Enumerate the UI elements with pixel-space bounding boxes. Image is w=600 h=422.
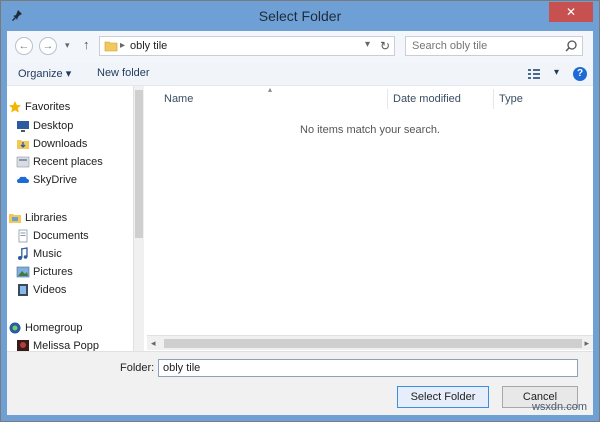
- help-icon[interactable]: ?: [573, 67, 587, 81]
- address-dropdown-icon[interactable]: ▾: [365, 39, 370, 50]
- recent-places-icon: [16, 156, 30, 168]
- nav-item-skydrive[interactable]: SkyDrive: [17, 172, 77, 188]
- dialog-client: ← → ▾ ↑ ▸ obly tile ▾ ↻ Search obly tile…: [7, 31, 593, 415]
- documents-icon: [18, 229, 28, 243]
- cloud-icon: [17, 176, 29, 183]
- column-divider[interactable]: [387, 89, 388, 109]
- view-options-icon[interactable]: [527, 67, 541, 81]
- organize-menu[interactable]: Organize ▾: [18, 67, 71, 80]
- nav-group-favorites[interactable]: Favorites: [9, 99, 70, 115]
- address-bar[interactable]: ▸ obly tile ▾ ↻: [99, 36, 395, 56]
- navigation-scrollbar[interactable]: [133, 86, 144, 352]
- refresh-icon[interactable]: ↻: [380, 39, 390, 53]
- videos-icon: [18, 284, 28, 296]
- libraries-icon: [9, 214, 21, 223]
- column-header-date-modified[interactable]: Date modified: [393, 91, 461, 107]
- nav-item-recent-places[interactable]: Recent places: [16, 154, 103, 170]
- new-folder-button[interactable]: New folder: [97, 67, 150, 79]
- desktop-icon: [17, 121, 29, 132]
- back-button[interactable]: ←: [15, 37, 33, 55]
- nav-item-music[interactable]: Music: [18, 246, 62, 262]
- pictures-icon: [16, 266, 30, 278]
- command-toolbar: Organize ▾ New folder ▾ ?: [7, 63, 593, 86]
- navigation-pane: Favorites Desktop Downloads Recent place…: [7, 86, 143, 352]
- up-button[interactable]: ↑: [83, 37, 90, 52]
- search-icon[interactable]: [564, 39, 578, 53]
- navigation-scrollbar-thumb[interactable]: [135, 90, 143, 238]
- nav-group-libraries[interactable]: Libraries: [9, 210, 67, 226]
- nav-group-homegroup[interactable]: Homegroup: [9, 320, 82, 336]
- back-arrow-icon: ←: [18, 40, 30, 52]
- nav-item-pictures[interactable]: Pictures: [16, 264, 73, 280]
- folder-icon: [104, 41, 118, 52]
- downloads-icon: [17, 140, 29, 149]
- watermark: wsxdn.com: [531, 401, 587, 413]
- homegroup-icon: [9, 322, 21, 334]
- navigation-bar: ← → ▾ ↑ ▸ obly tile ▾ ↻: [7, 31, 593, 64]
- horizontal-scrollbar-thumb[interactable]: [164, 339, 582, 348]
- dialog-footer: Folder: Select Folder Cancel wsxdn.com: [7, 351, 593, 415]
- window-title: Select Folder: [258, 8, 342, 24]
- empty-list-message: No items match your search.: [300, 124, 440, 136]
- forward-arrow-icon: →: [42, 40, 54, 52]
- column-header-name[interactable]: Name: [164, 91, 193, 107]
- forward-button[interactable]: →: [39, 37, 57, 55]
- nav-item-documents[interactable]: Documents: [18, 228, 89, 244]
- select-folder-button[interactable]: Select Folder: [397, 386, 489, 408]
- column-header-type[interactable]: Type: [499, 91, 523, 107]
- column-divider[interactable]: [493, 89, 494, 109]
- nav-item-downloads[interactable]: Downloads: [17, 136, 87, 152]
- scroll-left-icon[interactable]: ◂: [151, 338, 156, 349]
- breadcrumb-path[interactable]: obly tile: [130, 40, 167, 52]
- search-input[interactable]: [410, 39, 564, 53]
- sort-indicator-icon: ▴: [268, 85, 273, 94]
- folder-label: Folder:: [120, 362, 155, 374]
- horizontal-scrollbar[interactable]: ◂ ▸: [147, 335, 593, 350]
- music-icon: [18, 247, 28, 260]
- scroll-right-icon[interactable]: ▸: [584, 338, 589, 349]
- nav-item-videos[interactable]: Videos: [18, 282, 66, 298]
- file-list: ▴ Name Date modified Type No items match…: [147, 85, 593, 356]
- nav-item-desktop[interactable]: Desktop: [17, 118, 73, 134]
- view-dropdown[interactable]: ▾: [554, 67, 559, 78]
- close-button[interactable]: ✕: [549, 2, 593, 22]
- up-arrow-icon: ↑: [83, 37, 90, 52]
- nav-item-melissa-popp[interactable]: Melissa Popp: [17, 338, 99, 352]
- recent-locations-dropdown[interactable]: ▾: [65, 40, 70, 51]
- search-box[interactable]: [405, 36, 583, 56]
- folder-name-input[interactable]: [158, 359, 578, 377]
- dialog-window: Select Folder ✕ ← → ▾ ↑ ▸ obly tile ▾ ↻: [0, 0, 600, 422]
- title-bar: Select Folder ✕: [1, 1, 599, 31]
- star-icon: [9, 101, 21, 113]
- breadcrumb-chevron-icon[interactable]: ▸: [120, 40, 125, 51]
